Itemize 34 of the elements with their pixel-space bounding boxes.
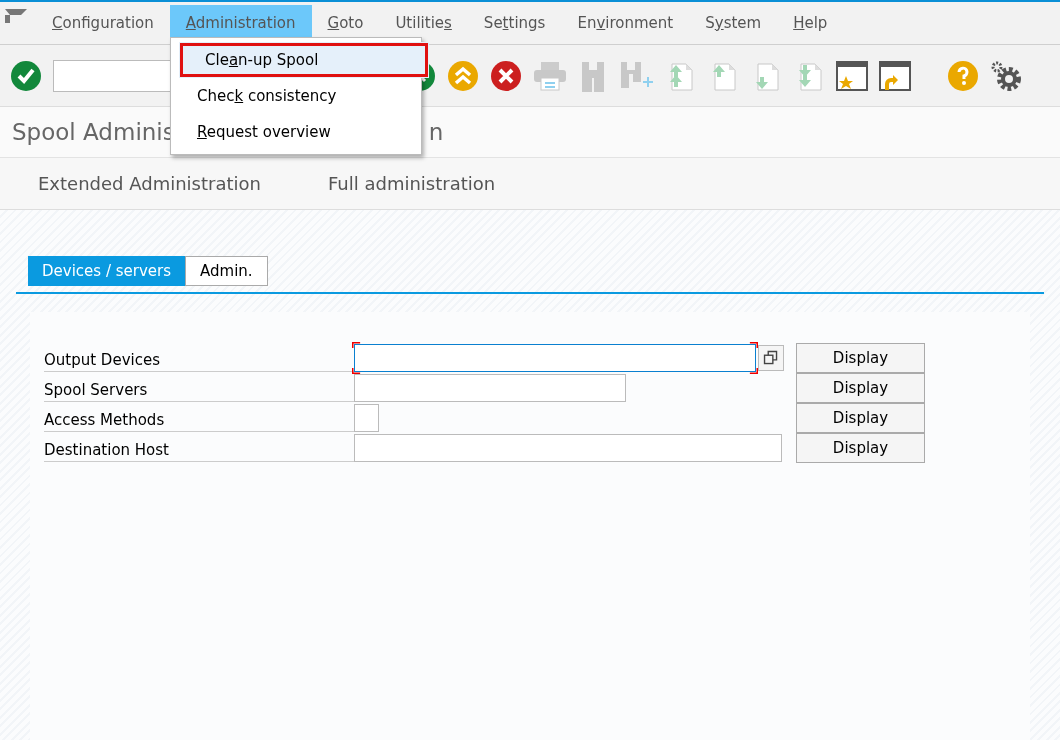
focus-brackets-icon xyxy=(352,342,758,374)
menu-item[interactable]: System xyxy=(689,5,778,41)
field-label: Access Methods xyxy=(44,404,354,432)
menu-option[interactable]: Clean-up Spool xyxy=(179,42,429,78)
display-button[interactable]: Display xyxy=(796,433,925,463)
menu-item[interactable]: Utilities xyxy=(379,5,468,41)
menu-item[interactable]: Environment xyxy=(561,5,690,41)
settings-icon[interactable] xyxy=(990,59,1022,92)
chevrons-up-icon[interactable] xyxy=(447,59,479,92)
menu-item[interactable]: Settings xyxy=(467,5,562,41)
display-button[interactable]: Display xyxy=(796,403,925,433)
display-button[interactable]: Display xyxy=(796,343,925,373)
field-label: Output Devices xyxy=(44,344,354,372)
toolbar-button[interactable]: Full administration xyxy=(327,170,496,197)
field-label: Destination Host xyxy=(44,434,354,462)
menu-icon[interactable] xyxy=(4,8,28,24)
display-button[interactable]: Display xyxy=(796,373,925,403)
printer-icon[interactable] xyxy=(533,59,567,92)
input-field[interactable] xyxy=(354,404,379,432)
field-label: Spool Servers xyxy=(44,374,354,402)
menu-item[interactable]: Goto xyxy=(311,5,380,41)
page-title: n xyxy=(428,117,444,147)
input-field[interactable] xyxy=(354,374,626,402)
toolbar-button[interactable]: Extended Administration xyxy=(38,170,261,197)
menu-item[interactable]: Help xyxy=(777,5,844,41)
tab[interactable]: Admin. xyxy=(185,256,268,286)
input-field[interactable] xyxy=(354,434,782,462)
cancel-icon[interactable] xyxy=(490,59,522,92)
menu-option[interactable]: Check consistency xyxy=(171,78,421,114)
menu-item[interactable]: Configuration xyxy=(36,5,170,41)
help-icon[interactable] xyxy=(947,59,979,92)
value-help-icon[interactable] xyxy=(758,345,784,371)
check-icon[interactable] xyxy=(10,59,42,92)
input-field[interactable] xyxy=(354,344,756,372)
